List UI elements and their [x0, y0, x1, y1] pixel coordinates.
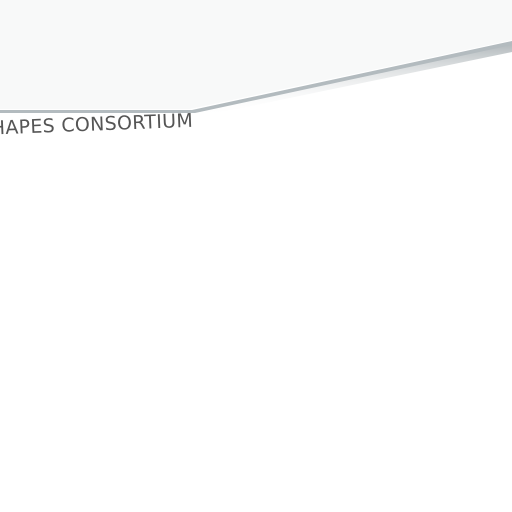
page-canvas: SHAPES CONSORTIUM [0, 0, 512, 512]
